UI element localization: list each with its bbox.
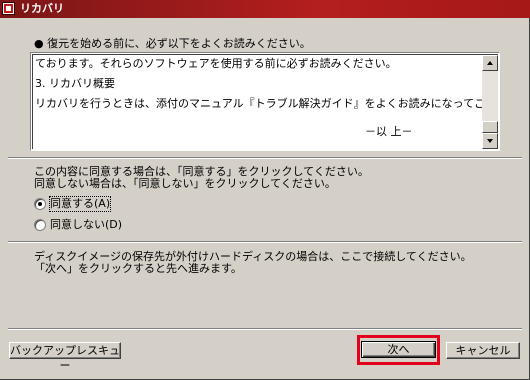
license-line: ております。それらのソフトウェアを使用する前に必ずお読みください。 xyxy=(35,57,397,70)
scroll-down-button[interactable] xyxy=(482,133,498,149)
arrow-down-icon xyxy=(487,139,493,143)
arrow-up-icon xyxy=(487,61,493,65)
license-textbox[interactable]: ております。それらのソフトウェアを使用する前に必ずお読みください。 3. リカバ… xyxy=(30,52,500,151)
license-heading: 3. リカバリ概要 xyxy=(35,77,115,90)
agree-radio-label[interactable]: 同意する(A) xyxy=(48,196,112,212)
agree-instructions: この内容に同意する場合は、「同意する」をクリックしてください。 同意しない場合は… xyxy=(34,166,369,190)
note-line: 「次へ」をクリックすると先へ進みます。 xyxy=(34,262,242,275)
divider xyxy=(8,157,522,159)
license-end-mark: －以 上－ xyxy=(365,125,413,138)
recovery-app-icon xyxy=(2,2,15,15)
recovery-dialog: リカバリ ● 復元を始める前に、必ず以下をよくお読みください。 ております。それ… xyxy=(0,0,530,380)
divider xyxy=(8,328,522,330)
radio-button[interactable] xyxy=(34,219,46,231)
note-text: ディスクイメージの保存先が外付けハードディスクの場合は、ここで接続してください。… xyxy=(34,251,472,275)
disagree-radio-label[interactable]: 同意しない(D) xyxy=(50,218,122,232)
intro-text: ● 復元を始める前に、必ず以下をよくお読みください。 xyxy=(34,37,311,50)
radio-button[interactable] xyxy=(34,198,46,210)
backup-rescue-button[interactable]: バックアップレスキュー xyxy=(9,342,121,372)
scroll-thumb[interactable] xyxy=(482,121,498,133)
license-line: リカバリを行うときは、添付のマニュアル『トラブル解決ガイド』をよくお読みになって… xyxy=(35,97,498,110)
title-bar[interactable]: リカバリ xyxy=(0,0,530,18)
next-button-highlight xyxy=(357,335,440,365)
window-title: リカバリ xyxy=(20,2,64,15)
agree-line: 同意しない場合は、「同意しない」をクリックしてください。 xyxy=(34,177,336,190)
scroll-up-button[interactable] xyxy=(482,55,498,71)
disagree-radio[interactable]: 同意しない(D) xyxy=(34,218,194,232)
agree-radio[interactable]: 同意する(A) xyxy=(34,196,194,212)
divider xyxy=(8,241,522,243)
radio-dot xyxy=(38,202,42,206)
vertical-scrollbar[interactable] xyxy=(482,55,498,149)
cancel-button[interactable]: キャンセル xyxy=(446,342,520,359)
